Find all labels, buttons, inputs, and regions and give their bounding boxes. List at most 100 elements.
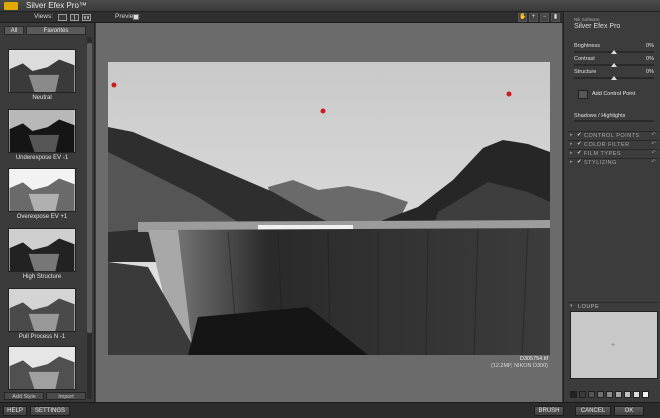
swatch[interactable]	[615, 391, 622, 398]
company-label: Nik Software	[574, 17, 600, 22]
reset-icon[interactable]: ↶	[651, 159, 656, 165]
section-color-filter[interactable]: ▸ ✔ COLOR FILTER ↶	[568, 140, 658, 148]
swatch[interactable]	[606, 391, 613, 398]
control-point-marker[interactable]	[111, 82, 117, 88]
add-control-point-icon[interactable]	[578, 90, 588, 99]
brightness-slider[interactable]: Brightness 0%	[574, 43, 654, 57]
preset-actions: Add Style Import	[4, 392, 86, 401]
reset-icon[interactable]: ↶	[651, 132, 656, 138]
enabled-check-icon[interactable]: ✔	[577, 132, 582, 138]
section-control-points[interactable]: ▸ ✔ CONTROL POINTS ↶	[568, 131, 658, 139]
swatch[interactable]	[597, 391, 604, 398]
control-point-marker[interactable]	[320, 108, 326, 114]
enabled-check-icon[interactable]: ✔	[577, 141, 582, 147]
preview-image[interactable]	[108, 62, 550, 355]
bottom-bar: HELP SETTINGS BRUSH CANCEL OK	[0, 402, 660, 418]
views-label: Views:	[34, 13, 54, 20]
toolbar: Views: Preview: ✋ + − ▮	[0, 12, 660, 23]
expand-arrow-icon[interactable]: ▸	[570, 132, 573, 138]
hand-tool-icon[interactable]: ✋	[518, 13, 527, 22]
preset-high-structure[interactable]: High Structure	[8, 228, 76, 280]
loupe-header[interactable]: ▾ LOUPE	[568, 302, 658, 310]
import-button[interactable]: Import	[46, 392, 86, 400]
image-canvas: D305754.tif (12.2MP, NIKON D300)	[96, 23, 562, 402]
enabled-check-icon[interactable]: ✔	[577, 159, 582, 165]
presets-scroll-thumb[interactable]	[87, 43, 92, 333]
control-point-marker[interactable]	[506, 91, 512, 97]
preset-thumbnail	[8, 168, 76, 212]
contrast-slider[interactable]: Contrast 0%	[574, 56, 654, 70]
title-bar: Silver Efex Pro™	[0, 0, 660, 12]
product-label: Silver Efex Pro	[574, 23, 621, 30]
expand-arrow-icon[interactable]: ▸	[570, 159, 573, 165]
swatch[interactable]	[579, 391, 586, 398]
section-film-types[interactable]: ▸ ✔ FILM TYPES ↶	[568, 149, 658, 157]
slider-knob[interactable]	[611, 50, 617, 54]
preset-neutral[interactable]: Neutral	[8, 49, 76, 101]
cancel-button[interactable]: CANCEL	[575, 406, 611, 416]
enabled-check-icon[interactable]: ✔	[577, 150, 582, 156]
preset-label: Pull Process N -1	[18, 334, 66, 340]
file-info: D305754.tif (12.2MP, NIKON D300)	[491, 356, 548, 370]
preview-checkbox[interactable]	[133, 14, 139, 20]
structure-slider[interactable]: Structure 0%	[574, 69, 654, 83]
adjustment-label: Brightness	[574, 43, 600, 49]
adjustment-label: Structure	[574, 69, 597, 75]
adjustment-value: 0%	[646, 43, 654, 49]
expand-arrow-icon[interactable]: ▸	[570, 141, 573, 147]
add-style-button[interactable]: Add Style	[4, 392, 44, 400]
adjustment-value: 0%	[646, 69, 654, 75]
slider-knob[interactable]	[611, 76, 617, 80]
split-view-icon[interactable]	[70, 14, 79, 21]
shadows-highlights-slider[interactable]	[574, 120, 654, 122]
collapse-arrow-icon[interactable]: ▾	[570, 303, 573, 309]
preset-label: Neutral	[32, 95, 52, 101]
crosshair-icon: +	[611, 342, 616, 349]
tab-favorites[interactable]: Favorites	[26, 26, 86, 35]
add-control-point-label[interactable]: Add Control Point	[592, 91, 635, 97]
zoom-out-icon[interactable]: −	[540, 13, 549, 22]
help-button[interactable]: HELP	[3, 406, 27, 416]
preset-thumbnail	[8, 346, 76, 390]
zoom-tool-icon[interactable]: +	[529, 13, 538, 22]
single-view-icon[interactable]	[58, 14, 67, 21]
preset-next[interactable]	[8, 346, 76, 390]
file-meta: (12.2MP, NIKON D300)	[490, 363, 548, 369]
section-stylizing[interactable]: ▸ ✔ STYLIZING ↶	[568, 158, 658, 166]
swatch[interactable]	[642, 391, 649, 398]
nik-logo-icon	[4, 2, 18, 10]
presets-panel: All Favorites Neutral Underexpose EV -1 …	[0, 23, 95, 402]
preset-tabs: All Favorites	[4, 26, 86, 35]
side-by-side-view-icon[interactable]	[82, 14, 91, 21]
background-color-icon[interactable]: ▮	[551, 13, 560, 22]
preset-thumbnail	[8, 228, 76, 272]
preset-pull-process[interactable]: Pull Process N -1	[8, 288, 76, 340]
preset-thumbnail	[8, 49, 76, 93]
tab-all[interactable]: All	[4, 26, 24, 35]
presets-scrollbar[interactable]	[87, 37, 92, 399]
preset-overexpose[interactable]: Overexpose EV +1	[8, 168, 76, 220]
slider-knob[interactable]	[611, 63, 617, 67]
adjustment-label: Contrast	[574, 56, 595, 62]
adjustments-panel: Nik Software Silver Efex Pro Brightness …	[563, 12, 660, 402]
adjustment-value: 0%	[646, 56, 654, 62]
preset-label: High Structure	[22, 274, 62, 280]
preset-label: Overexpose EV +1	[16, 214, 68, 220]
app-title: Silver Efex Pro™	[26, 1, 87, 10]
swatch[interactable]	[633, 391, 640, 398]
preset-underexpose[interactable]: Underexpose EV -1	[8, 109, 76, 161]
swatch[interactable]	[588, 391, 595, 398]
settings-button[interactable]: SETTINGS	[30, 406, 70, 416]
brush-button[interactable]: BRUSH	[534, 406, 564, 416]
swatch[interactable]	[570, 391, 577, 398]
preset-thumbnail	[8, 109, 76, 153]
reset-icon[interactable]: ↶	[651, 141, 656, 147]
file-name: D305754.tif	[519, 356, 548, 362]
ok-button[interactable]: OK	[614, 406, 644, 416]
reset-icon[interactable]: ↶	[651, 150, 656, 156]
preset-thumbnail	[8, 288, 76, 332]
expand-arrow-icon[interactable]: ▸	[570, 150, 573, 156]
shadows-highlights-label: Shadows / Highlights	[574, 113, 626, 119]
swatch[interactable]	[624, 391, 631, 398]
loupe-view: +	[570, 311, 658, 379]
